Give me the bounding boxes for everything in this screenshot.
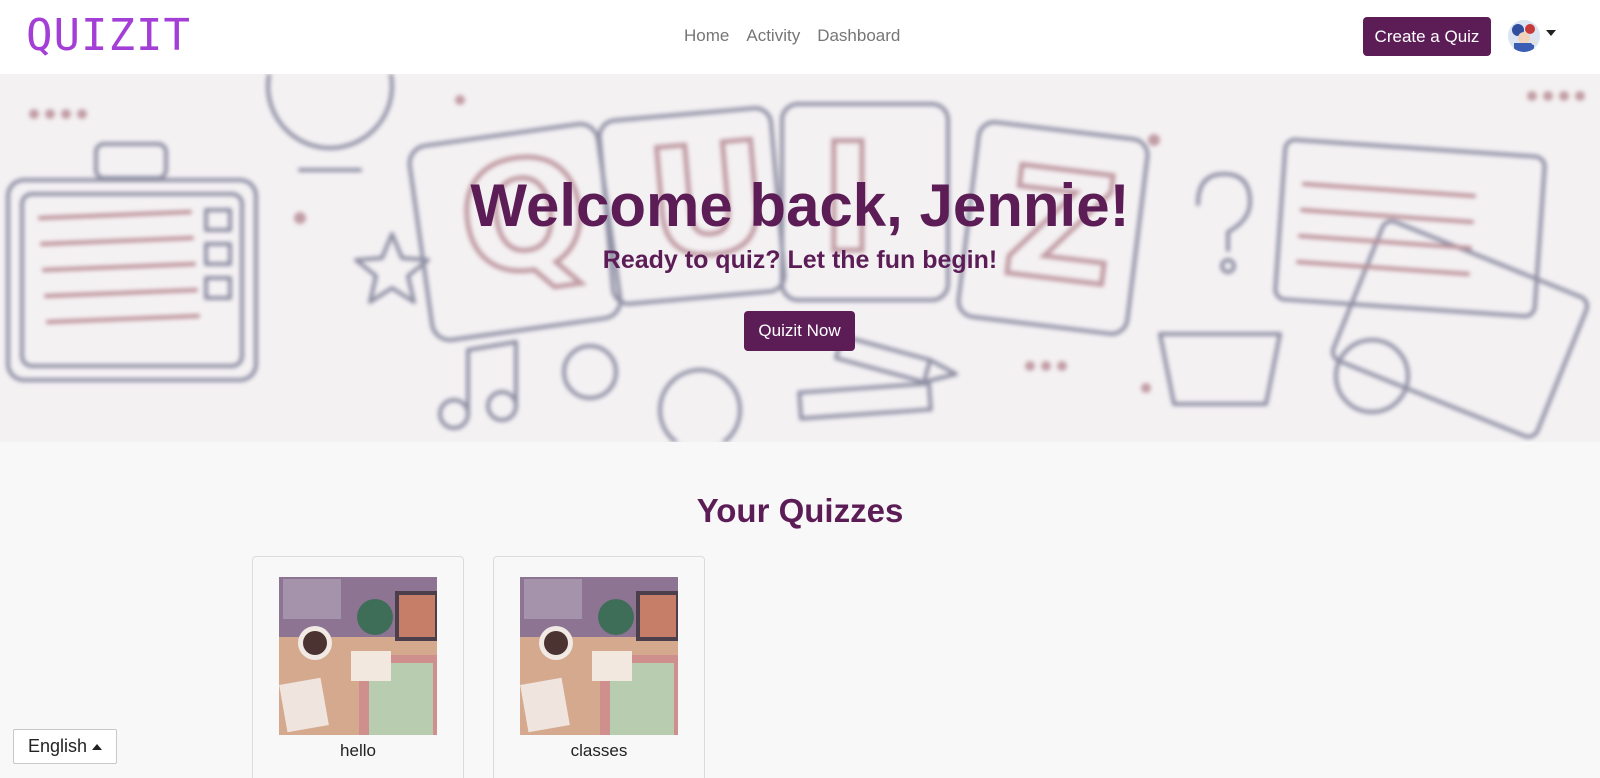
caret-up-icon	[92, 743, 103, 750]
quiz-card[interactable]: classes	[493, 556, 705, 778]
language-label: English	[27, 736, 88, 756]
caret-down-icon[interactable]	[1546, 30, 1556, 36]
your-quizzes-heading: Your Quizzes	[696, 492, 904, 529]
create-quiz-button[interactable]: Create a Quiz	[1363, 17, 1491, 56]
quiz-thumbnail	[279, 577, 437, 735]
quiz-thumbnail	[520, 577, 678, 735]
user-avatar-icon[interactable]	[1508, 20, 1540, 52]
top-navbar: QUIZIT Home Activity Dashboard Create a …	[0, 0, 1600, 74]
quizit-now-button[interactable]: Quizit Now	[744, 311, 855, 351]
nav-link-activity[interactable]: Activity	[746, 26, 800, 46]
main-nav: Home Activity Dashboard	[684, 26, 900, 46]
welcome-subtitle: Ready to quiz? Let the fun begin!	[602, 246, 998, 274]
language-selector[interactable]: English	[13, 729, 117, 764]
quiz-card[interactable]: hello	[252, 556, 464, 778]
quiz-name: hello	[340, 741, 376, 760]
quiz-name: classes	[570, 741, 628, 760]
nav-link-dashboard[interactable]: Dashboard	[817, 26, 900, 46]
quizit-logo[interactable]: QUIZIT	[26, 10, 191, 62]
nav-link-home[interactable]: Home	[684, 26, 729, 46]
hero-banner: Q U I Z Welcome back, Jennie! Ready to q…	[0, 74, 1600, 442]
user-menu-toggle[interactable]	[1508, 20, 1556, 52]
welcome-heading: Welcome back, Jennie!	[470, 172, 1130, 239]
